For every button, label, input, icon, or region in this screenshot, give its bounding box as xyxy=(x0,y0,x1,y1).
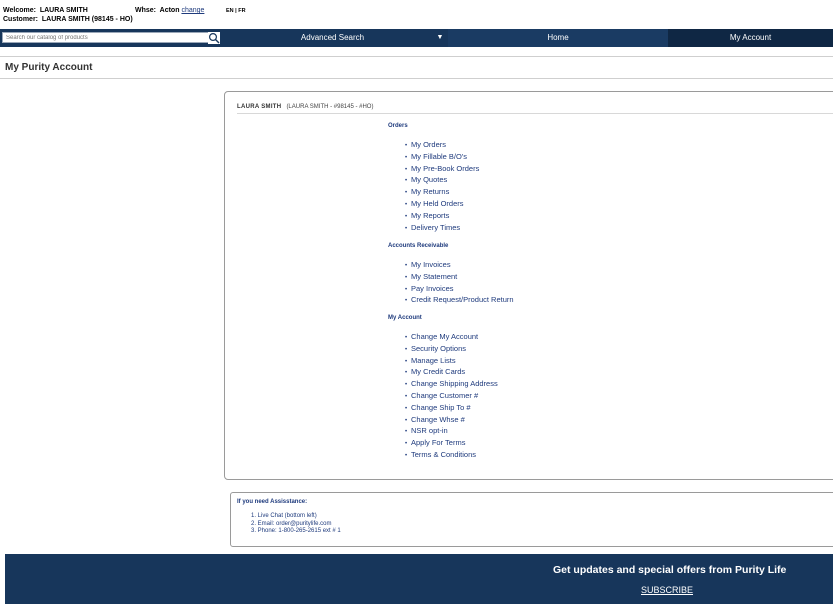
assistance-title: If you need Assisstance: xyxy=(237,499,308,505)
panel-customer-name: LAURA SMITH xyxy=(237,104,282,110)
link-terms-conditions[interactable]: Terms & Conditions xyxy=(405,449,498,461)
whse-value: Acton xyxy=(159,7,180,14)
whse-label: Whse: xyxy=(135,7,156,14)
link-delivery-times[interactable]: Delivery Times xyxy=(405,222,479,234)
link-my-quotes[interactable]: My Quotes xyxy=(405,174,479,186)
link-my-reports[interactable]: My Reports xyxy=(405,210,479,222)
assist-phone: 3. Phone: 1-800-265-2615 ext # 1 xyxy=(251,528,341,534)
my-account-links: Change My Account Security Options Manag… xyxy=(405,331,498,461)
divider-title xyxy=(0,78,833,79)
link-apply-for-terms[interactable]: Apply For Terms xyxy=(405,437,498,449)
top-info-bar: Welcome: LAURA SMITH Customer: LAURA SMI… xyxy=(0,0,833,29)
lang-separator: | xyxy=(235,8,237,14)
welcome-label: Welcome: xyxy=(3,7,36,14)
customer-value: LAURA SMITH (98145 - HO) xyxy=(41,16,133,23)
welcome-name: LAURA SMITH xyxy=(39,7,88,14)
change-whse-link[interactable]: change xyxy=(181,7,204,14)
ar-links: My Invoices My Statement Pay Invoices Cr… xyxy=(405,259,514,306)
link-my-invoices[interactable]: My Invoices xyxy=(405,259,514,271)
section-title-my-account: My Account xyxy=(388,315,422,321)
assist-email[interactable]: 2. Email: order@puritylife.com xyxy=(251,521,341,529)
link-pay-invoices[interactable]: Pay Invoices xyxy=(405,283,514,295)
main-navbar: Advanced Search ▼ Home My Account xyxy=(0,29,833,47)
link-manage-lists[interactable]: Manage Lists xyxy=(405,355,498,367)
warehouse-line: Whse: Acton change xyxy=(135,7,204,14)
link-change-customer[interactable]: Change Customer # xyxy=(405,390,498,402)
nav-my-account[interactable]: My Account xyxy=(668,29,833,47)
welcome-line: Welcome: LAURA SMITH xyxy=(3,7,88,14)
link-nsr-opt-in[interactable]: NSR opt-in xyxy=(405,425,498,437)
link-fillable-bo[interactable]: My Fillable B/O's xyxy=(405,151,479,163)
assistance-list: 1. Live Chat (bottom left) 2. Email: ord… xyxy=(251,513,341,536)
lang-en-link[interactable]: EN xyxy=(226,8,234,14)
link-held-orders[interactable]: My Held Orders xyxy=(405,198,479,210)
language-switch: EN | FR xyxy=(226,8,246,14)
assist-live-chat: 1. Live Chat (bottom left) xyxy=(251,513,317,519)
panel-customer-line: LAURA SMITH (LAURA SMITH - #98145 - #HO) xyxy=(237,104,373,110)
link-my-statement[interactable]: My Statement xyxy=(405,271,514,283)
panel-customer-detail: (LAURA SMITH - #98145 - #HO) xyxy=(286,104,374,110)
link-my-returns[interactable]: My Returns xyxy=(405,186,479,198)
customer-line: Customer: LAURA SMITH (98145 - HO) xyxy=(3,16,133,23)
subscribe-link[interactable]: SUBSCRIBE xyxy=(641,585,693,595)
magnifier-icon xyxy=(208,32,220,44)
lang-fr-link[interactable]: FR xyxy=(238,8,245,14)
nav-advanced-search[interactable]: Advanced Search xyxy=(240,29,425,47)
customer-label: Customer: xyxy=(3,16,39,23)
search-button[interactable] xyxy=(208,32,220,44)
link-my-credit-cards[interactable]: My Credit Cards xyxy=(405,366,498,378)
section-title-orders: Orders xyxy=(388,123,408,129)
nav-dropdown-icon[interactable]: ▼ xyxy=(432,29,448,47)
divider-top xyxy=(0,56,833,57)
link-security-options[interactable]: Security Options xyxy=(405,343,498,355)
footer-headline: Get updates and special offers from Puri… xyxy=(553,564,787,576)
footer-banner: Get updates and special offers from Puri… xyxy=(5,554,833,604)
panel-divider xyxy=(237,113,833,114)
orders-links: My Orders My Fillable B/O's My Pre-Book … xyxy=(405,139,479,233)
link-change-ship-to[interactable]: Change Ship To # xyxy=(405,402,498,414)
search-input[interactable] xyxy=(2,32,210,43)
link-my-orders[interactable]: My Orders xyxy=(405,139,479,151)
section-title-accounts-receivable: Accounts Receivable xyxy=(388,243,449,249)
page-title: My Purity Account xyxy=(5,62,93,73)
link-change-whse[interactable]: Change Whse # xyxy=(405,414,498,426)
assistance-box: If you need Assisstance: 1. Live Chat (b… xyxy=(230,492,833,547)
link-change-shipping-address[interactable]: Change Shipping Address xyxy=(405,378,498,390)
link-change-my-account[interactable]: Change My Account xyxy=(405,331,498,343)
link-pre-book-orders[interactable]: My Pre-Book Orders xyxy=(405,163,479,175)
link-credit-request[interactable]: Credit Request/Product Return xyxy=(405,294,514,306)
account-panel: LAURA SMITH (LAURA SMITH - #98145 - #HO)… xyxy=(224,91,833,480)
nav-home[interactable]: Home xyxy=(448,29,668,47)
